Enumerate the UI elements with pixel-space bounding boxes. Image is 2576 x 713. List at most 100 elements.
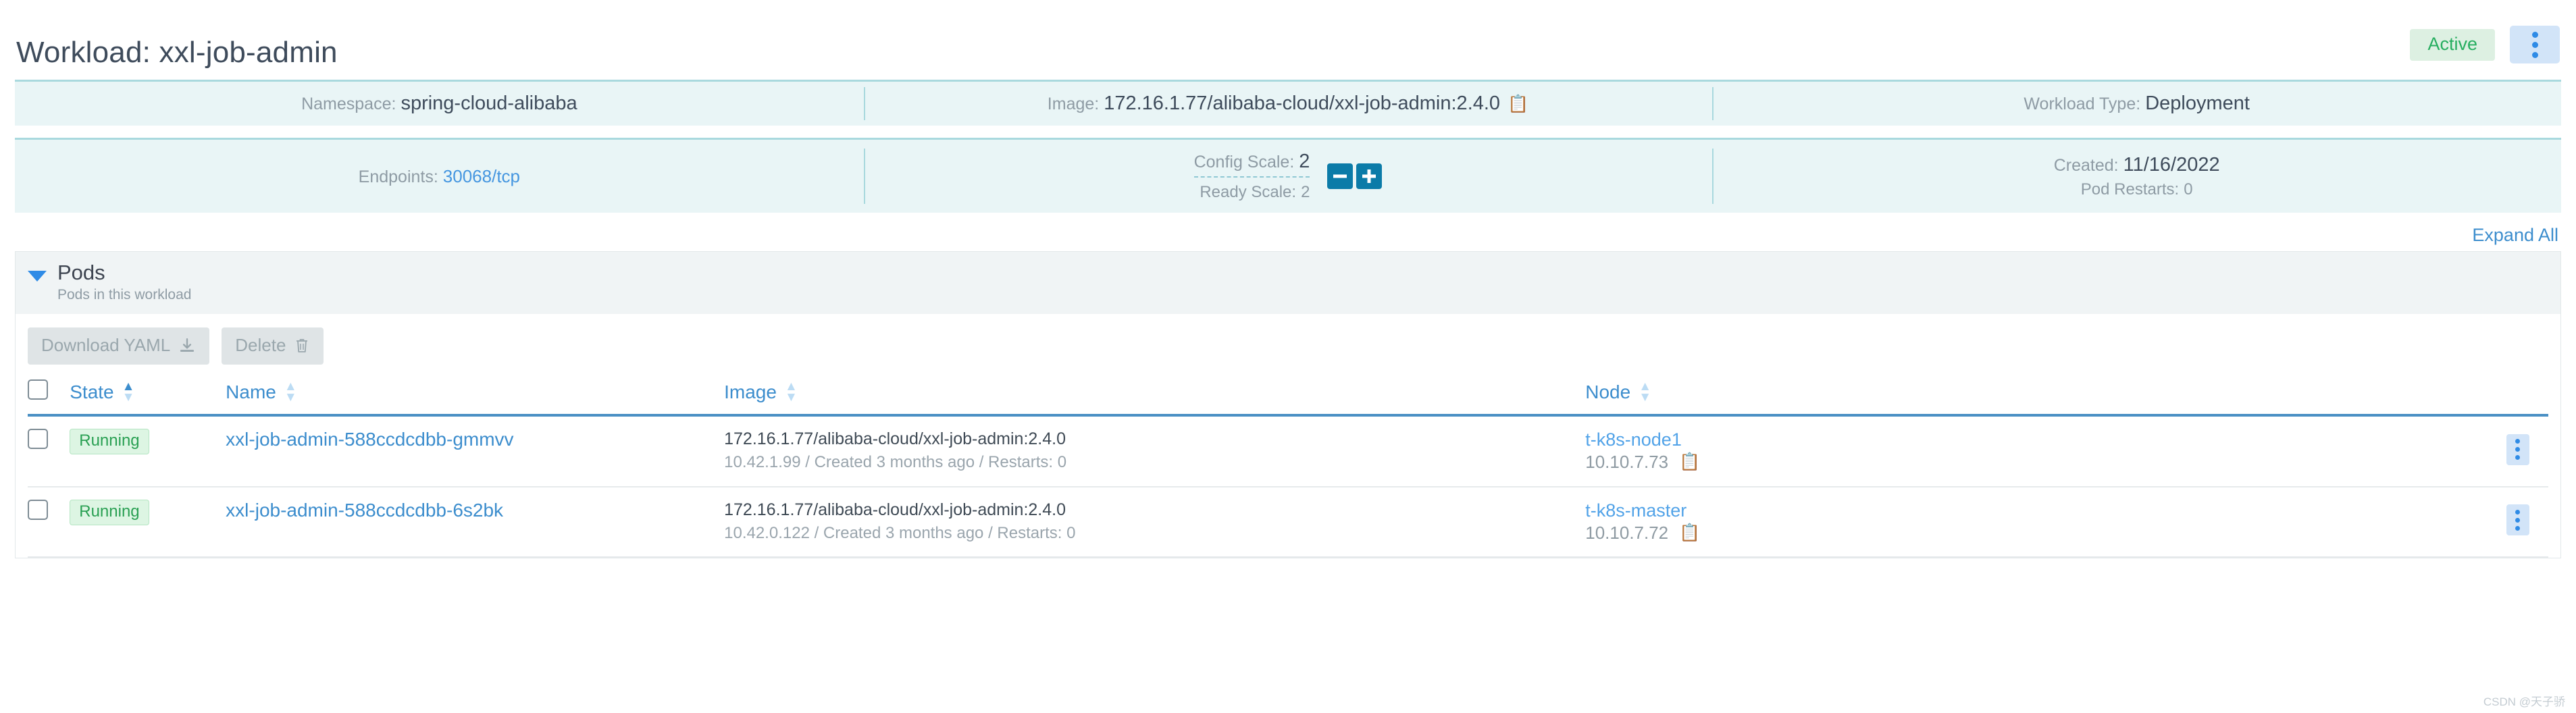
pod-image-meta: 10.42.1.99 / Created 3 months ago / Rest… <box>724 453 1067 472</box>
pod-restarts-label: Pod Restarts: <box>2080 180 2180 199</box>
copy-icon[interactable]: 📋 <box>1679 454 1700 471</box>
info-cell-endpoints: Endpoints: 30068/tcp <box>15 140 864 213</box>
namespace-value: spring-cloud-alibaba <box>401 93 577 114</box>
pods-table: State ▲ ▼ Name ▲ ▼ Image ▲ ▼ Node ▲ ▼ Ru… <box>28 377 2548 558</box>
kebab-vertical-icon <box>2515 455 2521 460</box>
config-scale-label: Config Scale: <box>1193 153 1295 171</box>
node-ip: 10.10.7.72 📋 <box>1585 523 2487 544</box>
expand-all-link[interactable]: Expand All <box>2472 225 2558 246</box>
row-checkbox[interactable] <box>28 429 48 450</box>
kebab-vertical-icon <box>2515 439 2521 444</box>
info-banner-secondary: Endpoints: 30068/tcp Config Scale: 2 Rea… <box>15 138 2561 213</box>
column-header-node-label: Node <box>1585 381 1631 402</box>
created-label: Created: <box>2053 155 2119 175</box>
pods-panel: Pods Pods in this workload Download YAML… <box>15 251 2561 559</box>
table-row[interactable]: Running xxl-job-admin-588ccdcdbb-6s2bk 1… <box>28 486 2548 558</box>
column-header-image-label: Image <box>724 381 777 402</box>
row-actions-menu-button[interactable] <box>2506 504 2529 536</box>
kebab-vertical-icon <box>2531 41 2538 48</box>
select-all-header <box>28 377 70 417</box>
row-node-cell: t-k8s-node1 10.10.7.73 📋 <box>1585 415 2488 487</box>
node-link[interactable]: t-k8s-master <box>1585 500 2487 521</box>
column-header-actions <box>2487 377 2548 417</box>
pods-table-body: Running xxl-job-admin-588ccdcdbb-gmmvv 1… <box>28 415 2548 558</box>
sort-arrows-name[interactable]: ▲ ▼ <box>284 380 297 404</box>
ready-scale-value: 2 <box>1301 183 1310 201</box>
expand-all-row: Expand All <box>0 213 2576 251</box>
sort-arrows-node[interactable]: ▲ ▼ <box>1639 380 1651 404</box>
page-title: Workload: xxl-job-admin <box>16 36 338 69</box>
workload-actions-menu-button[interactable] <box>2510 26 2560 63</box>
copy-icon[interactable]: 📋 <box>1508 96 1528 113</box>
kebab-vertical-icon <box>2515 517 2521 523</box>
ready-scale: Ready Scale: 2 <box>1200 183 1310 202</box>
pods-panel-header[interactable]: Pods Pods in this workload <box>15 251 2561 315</box>
row-select-cell <box>28 486 70 558</box>
pods-table-header-row: State ▲ ▼ Name ▲ ▼ Image ▲ ▼ Node ▲ ▼ <box>28 377 2548 417</box>
pod-image-value: 172.16.1.77/alibaba-cloud/xxl-job-admin:… <box>724 429 1066 449</box>
row-checkbox[interactable] <box>28 499 48 520</box>
row-name-cell: xxl-job-admin-588ccdcdbb-6s2bk <box>226 486 725 558</box>
pods-panel-title: Pods <box>57 261 105 284</box>
table-row[interactable]: Running xxl-job-admin-588ccdcdbb-gmmvv 1… <box>28 415 2548 487</box>
pod-image-meta: 10.42.0.122 / Created 3 months ago / Res… <box>724 523 1076 542</box>
endpoints-link[interactable]: 30068/tcp <box>443 166 520 187</box>
copy-icon[interactable]: 📋 <box>1679 525 1700 542</box>
pod-name-link[interactable]: xxl-job-admin-588ccdcdbb-gmmvv <box>226 429 513 450</box>
header-actions: Active <box>2410 26 2560 68</box>
node-ip-value: 10.10.7.73 <box>1585 452 1669 473</box>
status-badge: Running <box>70 499 149 526</box>
column-header-node[interactable]: Node ▲ ▼ <box>1585 377 2488 417</box>
kebab-vertical-icon <box>2515 447 2521 452</box>
row-select-cell <box>28 415 70 487</box>
column-header-state-label: State <box>70 381 114 402</box>
pods-table-head: State ▲ ▼ Name ▲ ▼ Image ▲ ▼ Node ▲ ▼ <box>28 377 2548 417</box>
row-state-cell: Running <box>70 486 226 558</box>
kebab-vertical-icon <box>2531 31 2538 38</box>
config-scale-value: 2 <box>1299 151 1310 172</box>
node-link[interactable]: t-k8s-node1 <box>1585 429 2487 450</box>
scale-down-button[interactable] <box>1327 163 1354 189</box>
image-label: Image: <box>1047 95 1100 113</box>
scale-up-button[interactable] <box>1356 163 1383 189</box>
kebab-vertical-icon <box>2515 509 2521 514</box>
chevron-down-icon: ▼ <box>1639 390 1651 404</box>
info-cell-created: Created: 11/16/2022 Pod Restarts: 0 <box>1712 140 2561 213</box>
config-scale: Config Scale: 2 <box>1193 151 1310 178</box>
node-ip-value: 10.10.7.72 <box>1585 523 1669 544</box>
sort-arrows-image[interactable]: ▲ ▼ <box>785 380 798 404</box>
info-banner-primary: Namespace: spring-cloud-alibaba Image: 1… <box>15 80 2561 126</box>
download-yaml-button[interactable]: Download YAML <box>28 327 210 365</box>
row-state-cell: Running <box>70 415 226 487</box>
row-name-cell: xxl-job-admin-588ccdcdbb-gmmvv <box>226 415 725 487</box>
info-cell-namespace: Namespace: spring-cloud-alibaba <box>15 82 864 126</box>
kebab-vertical-icon <box>2531 51 2538 58</box>
image-value: 172.16.1.77/alibaba-cloud/xxl-job-admin:… <box>1104 93 1501 114</box>
info-cell-scale: Config Scale: 2 Ready Scale: 2 <box>863 140 1713 213</box>
column-header-name-label: Name <box>226 381 276 402</box>
select-all-checkbox[interactable] <box>28 379 48 400</box>
column-header-name[interactable]: Name ▲ ▼ <box>226 377 725 417</box>
row-actions-cell <box>2487 486 2548 558</box>
scale-stepper <box>1327 163 1383 189</box>
status-badge: Active <box>2410 28 2495 61</box>
pods-panel-body: Download YAML Delete State ▲ ▼ Name ▲ ▼ … <box>15 314 2561 559</box>
delete-button[interactable]: Delete <box>222 327 324 365</box>
column-header-image[interactable]: Image ▲ ▼ <box>724 377 1586 417</box>
page-header: Workload: xxl-job-admin Active <box>0 0 2576 68</box>
workload-type-label: Workload Type: <box>2024 95 2141 113</box>
row-actions-menu-button[interactable] <box>2506 433 2529 465</box>
pod-name-link[interactable]: xxl-job-admin-588ccdcdbb-6s2bk <box>226 500 503 521</box>
chevron-down-icon: ▼ <box>122 390 135 404</box>
sort-arrows-state[interactable]: ▲ ▼ <box>122 380 135 404</box>
row-image-cell: 172.16.1.77/alibaba-cloud/xxl-job-admin:… <box>724 415 1586 487</box>
pods-panel-subtitle: Pods in this workload <box>57 287 192 303</box>
column-header-state[interactable]: State ▲ ▼ <box>70 377 226 417</box>
workload-info-banners: Namespace: spring-cloud-alibaba Image: 1… <box>0 68 2576 213</box>
ready-scale-label: Ready Scale: <box>1200 183 1297 201</box>
kebab-vertical-icon <box>2515 525 2521 531</box>
trash-icon <box>297 338 308 352</box>
endpoints-label: Endpoints: <box>358 167 438 186</box>
pods-toolbar: Download YAML Delete <box>28 325 2548 377</box>
caret-down-icon[interactable] <box>28 271 47 282</box>
